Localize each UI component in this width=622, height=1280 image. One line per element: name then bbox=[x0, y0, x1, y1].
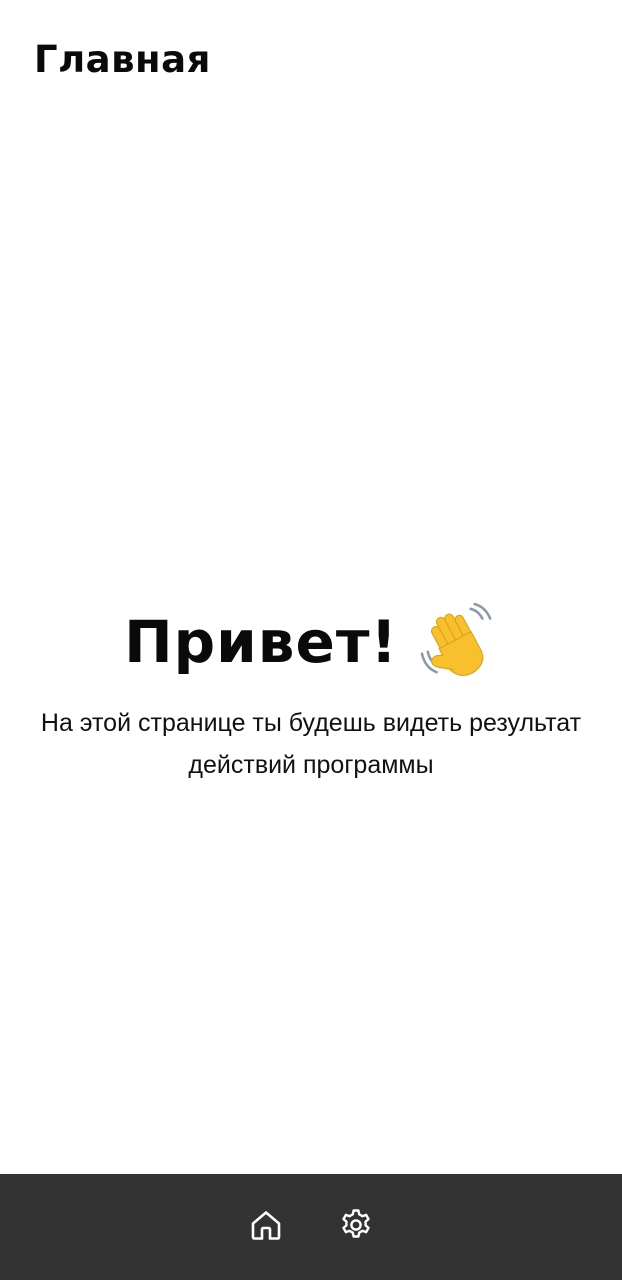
greeting-title: Привет! bbox=[124, 608, 398, 676]
greeting-message: На этой странице ты будешь видеть резуль… bbox=[40, 709, 582, 779]
home-icon bbox=[251, 1211, 281, 1240]
nav-settings-button[interactable] bbox=[338, 1207, 374, 1243]
greeting-heading-row: Привет! bbox=[0, 600, 622, 684]
bottom-navigation bbox=[0, 1174, 622, 1280]
gear-icon bbox=[342, 1209, 370, 1238]
waving-hand-icon bbox=[420, 603, 492, 677]
page-title: Главная bbox=[34, 38, 211, 81]
greeting-section: Привет! На этой странице ты будешь видет… bbox=[0, 600, 622, 786]
nav-home-button[interactable] bbox=[248, 1207, 284, 1243]
home-screen: Главная Привет! На этой странице ты буде… bbox=[0, 0, 622, 1280]
